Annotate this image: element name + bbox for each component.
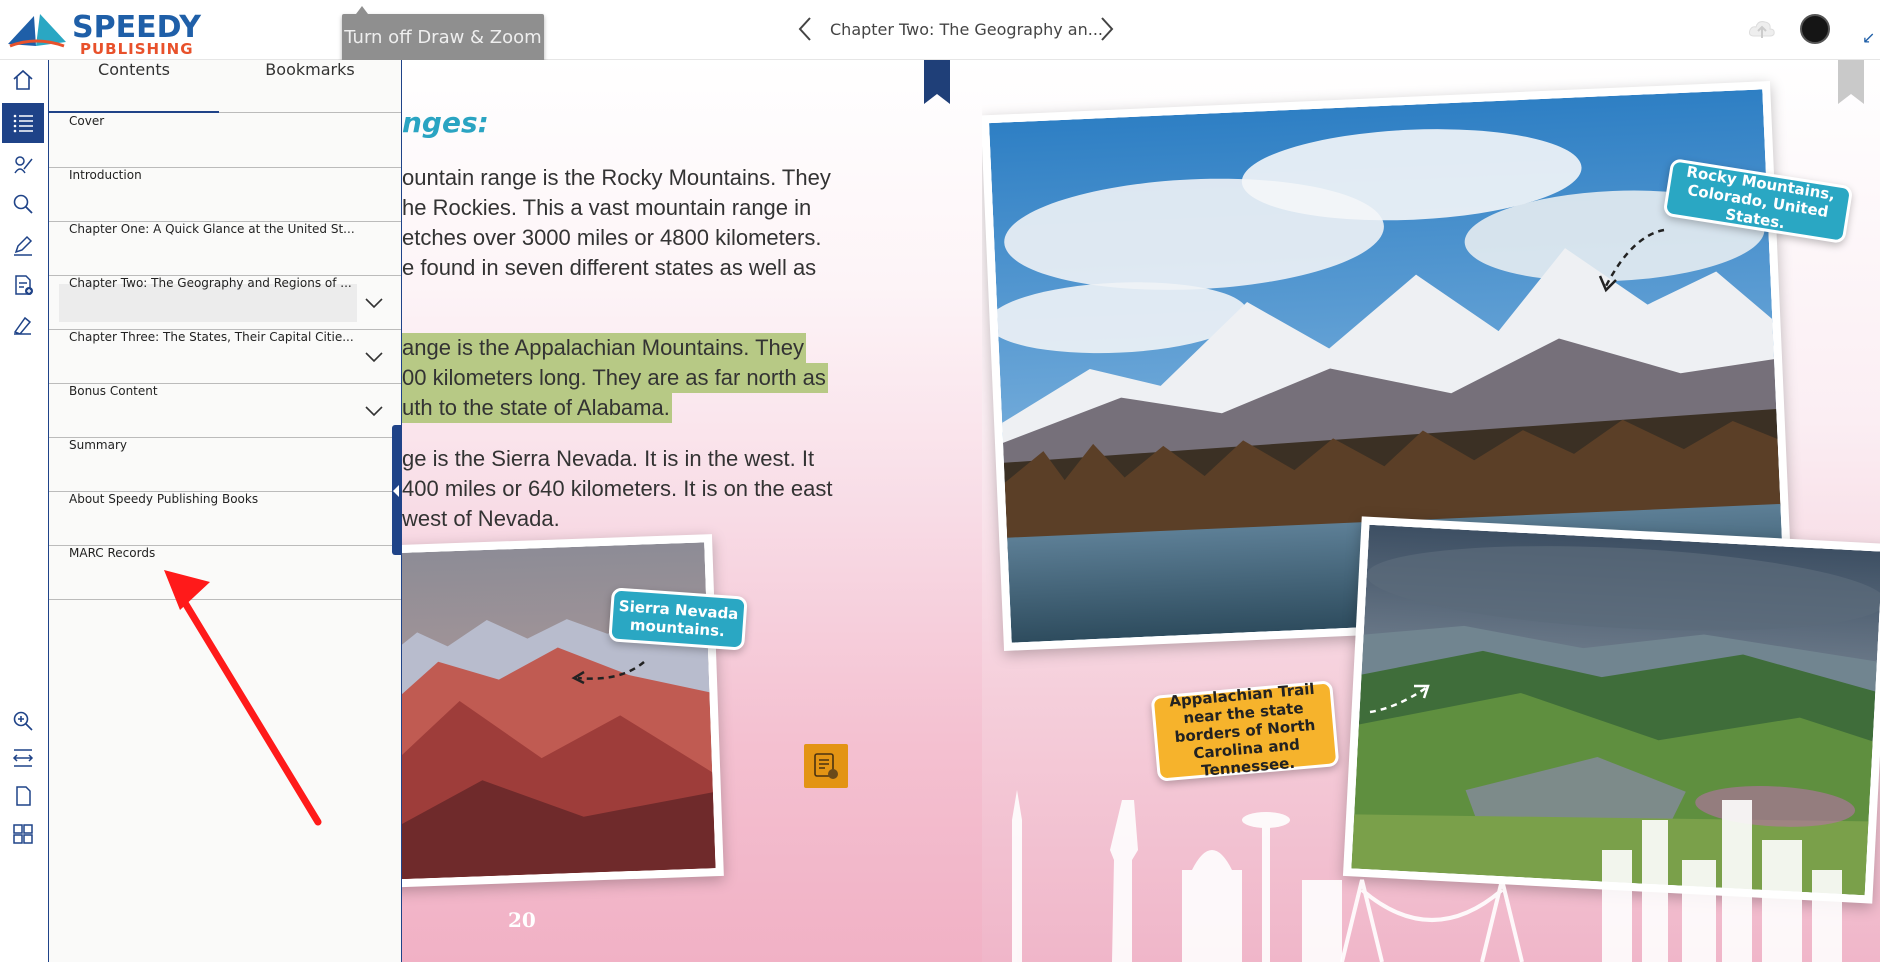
sticky-note-button[interactable]	[804, 744, 848, 788]
brand-name-bottom: PUBLISHING	[80, 40, 194, 58]
page-number: 20	[508, 908, 536, 932]
highlight-button[interactable]	[2, 225, 44, 265]
top-bar: SPEEDY PUBLISHING Turn off Draw & Zoom C…	[0, 0, 1880, 62]
contents-list-icon	[13, 114, 33, 133]
book-page-left: nges: ountain range is the Rocky Mountai…	[402, 60, 982, 962]
toc-item-label: Introduction	[69, 168, 142, 182]
toc-item-summary[interactable]: Summary	[49, 438, 401, 492]
paragraph-sierra: ge is the Sierra Nevada. It is in the we…	[402, 446, 833, 531]
add-note-button[interactable]	[2, 265, 44, 305]
home-button[interactable]	[2, 60, 44, 100]
thumbnails-button[interactable]	[2, 814, 44, 854]
toc-item-introduction[interactable]: Introduction	[49, 168, 401, 222]
chevron-down-icon[interactable]	[363, 292, 385, 314]
user-avatar[interactable]	[1800, 14, 1830, 44]
panel-collapse-handle[interactable]	[392, 425, 402, 555]
chevron-right-icon	[1101, 17, 1114, 41]
toc-item-label: Bonus Content	[69, 384, 158, 398]
contents-button[interactable]	[2, 103, 44, 143]
panel-tabs: Contents Bookmarks	[49, 60, 401, 113]
sierra-nevada-callout: Sierra Nevada mountains.	[608, 587, 748, 651]
book-logo-icon	[8, 14, 66, 48]
single-page-button[interactable]	[2, 776, 44, 816]
toc-item-label: About Speedy Publishing Books	[69, 492, 259, 506]
fit-width-button[interactable]	[2, 738, 44, 778]
toc-item-label: Chapter Three: The States, Their Capital…	[69, 330, 354, 344]
highlight-pen-icon	[14, 235, 33, 256]
callout-pointer-icon	[1369, 684, 1430, 714]
fit-width-icon	[12, 749, 34, 767]
next-chapter-button[interactable]	[1092, 14, 1122, 48]
draw-button[interactable]	[2, 145, 44, 185]
speedy-publishing-logo: SPEEDY PUBLISHING	[4, 6, 201, 58]
zoom-in-button[interactable]	[2, 701, 44, 741]
toc-item-cover[interactable]: Cover	[49, 114, 401, 168]
eraser-icon	[13, 316, 32, 335]
toc-item-chapter-two[interactable]: Chapter Two: The Geography and Regions o…	[49, 276, 401, 330]
chevron-left-icon	[798, 17, 811, 41]
add-note-icon	[15, 275, 33, 295]
table-of-contents: Cover Introduction Chapter One: A Quick …	[49, 114, 401, 600]
tab-bookmarks[interactable]: Bookmarks	[219, 60, 401, 113]
toc-item-label: Summary	[69, 438, 127, 452]
current-chapter-title: Chapter Two: The Geography an...	[830, 20, 1103, 39]
callout-pointer-icon	[571, 661, 645, 685]
draw-icon	[14, 156, 33, 174]
book-page-right: Rocky Mountains, Colorado, United States…	[982, 60, 1880, 962]
chevron-down-icon[interactable]	[363, 400, 385, 422]
paragraph-rocky: ountain range is the Rocky Mountains. Th…	[402, 165, 831, 280]
bookmark-ribbon-icon[interactable]	[924, 60, 950, 104]
callout-pointer-icon	[1598, 228, 1665, 293]
collapse-arrow-icon[interactable]: ↙	[1862, 28, 1875, 47]
chevron-down-icon[interactable]	[363, 346, 385, 368]
previous-chapter-button[interactable]	[790, 14, 820, 48]
tool-rail	[0, 60, 44, 962]
paragraph-appalachian-highlighted[interactable]: ange is the Appalachian Mountains. They …	[402, 333, 862, 423]
note-icon	[814, 753, 838, 779]
toc-item-label: MARC Records	[69, 546, 156, 560]
eraser-button[interactable]	[2, 304, 44, 344]
search-button[interactable]	[2, 184, 44, 224]
home-icon	[13, 69, 33, 90]
red-annotation-arrow	[164, 570, 322, 826]
bookmark-ribbon-empty-icon[interactable]	[1838, 60, 1864, 104]
zoom-in-icon	[13, 711, 33, 731]
city-skyline-illustration	[1012, 790, 1842, 962]
toc-item-chapter-one[interactable]: Chapter One: A Quick Glance at the Unite…	[49, 222, 401, 276]
toc-item-label: Cover	[69, 114, 105, 128]
section-heading: nges:	[402, 106, 489, 139]
toc-item-label: Chapter One: A Quick Glance at the Unite…	[69, 222, 355, 236]
draw-zoom-tooltip: Turn off Draw & Zoom	[342, 6, 544, 62]
sierra-nevada-photo	[402, 534, 724, 888]
single-page-icon	[16, 786, 31, 806]
toc-item-about-speedy[interactable]: About Speedy Publishing Books	[49, 492, 401, 546]
toc-item-bonus-content[interactable]: Bonus Content	[49, 384, 401, 438]
toc-item-chapter-three[interactable]: Chapter Three: The States, Their Capital…	[49, 330, 401, 384]
toc-item-label: Chapter Two: The Geography and Regions o…	[69, 276, 352, 290]
cloud-upload-icon[interactable]	[1748, 18, 1776, 42]
search-icon	[13, 194, 33, 214]
tab-contents[interactable]: Contents	[49, 60, 219, 113]
thumbnails-icon	[13, 824, 33, 844]
